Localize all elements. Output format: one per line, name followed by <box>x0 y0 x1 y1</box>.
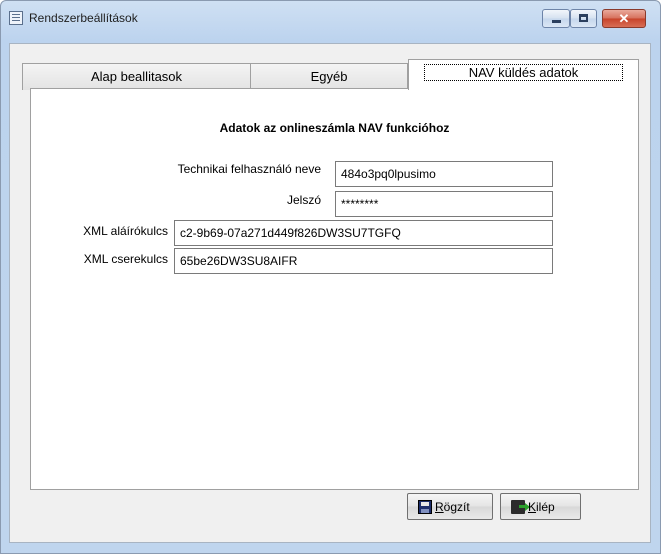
close-icon: ✕ <box>618 11 630 26</box>
maximize-icon <box>579 14 588 22</box>
save-button-label: Rögzít <box>435 500 470 514</box>
panel-heading: Adatok az onlineszámla NAV funkcióhoz <box>219 121 450 135</box>
xml-sign-key-input[interactable]: c2-9b69-07a271d449f826DW3SU7TGFQ <box>174 220 553 246</box>
minimize-icon <box>552 20 561 23</box>
technical-user-input[interactable]: 484o3pq0lpusimo <box>335 161 553 187</box>
password-input[interactable]: ******** <box>335 191 553 217</box>
close-button[interactable]: ✕ <box>602 9 646 28</box>
tab-label: Egyéb <box>310 69 348 84</box>
exit-button-label: Kilép <box>528 500 555 514</box>
technical-user-label: Technikai felhasználó neve <box>177 162 321 176</box>
nav-settings-panel: Adatok az onlineszámla NAV funkcióhoz Te… <box>30 88 639 490</box>
tab-label: Alap beallitasok <box>90 69 183 84</box>
xml-sign-key-label: XML aláírókulcs <box>83 224 168 238</box>
minimize-button[interactable] <box>542 9 570 28</box>
xml-exchange-key-input[interactable]: 65be26DW3SU8AIFR <box>174 248 553 274</box>
window-title: Rendszerbeállítások <box>29 11 138 25</box>
tab-strip: Alap beallitasok Egyéb NAV küldés adatok <box>22 57 639 90</box>
exit-door-icon <box>511 500 530 514</box>
tab-alap-beallitasok[interactable]: Alap beallitasok <box>22 63 251 90</box>
tab-egyeb[interactable]: Egyéb <box>250 63 408 90</box>
app-icon <box>9 11 23 25</box>
floppy-disk-icon <box>418 500 432 514</box>
password-label: Jelszó <box>286 193 321 207</box>
exit-button[interactable]: Kilép <box>500 493 581 520</box>
tab-label: NAV küldés adatok <box>423 64 624 81</box>
xml-exchange-key-label: XML cserekulcs <box>83 252 168 266</box>
title-bar[interactable]: Rendszerbeállítások ✕ <box>1 1 660 35</box>
maximize-button[interactable] <box>570 9 597 28</box>
save-button[interactable]: Rögzít <box>407 493 493 520</box>
tab-nav-kuldes-adatok[interactable]: NAV küldés adatok <box>408 59 639 90</box>
